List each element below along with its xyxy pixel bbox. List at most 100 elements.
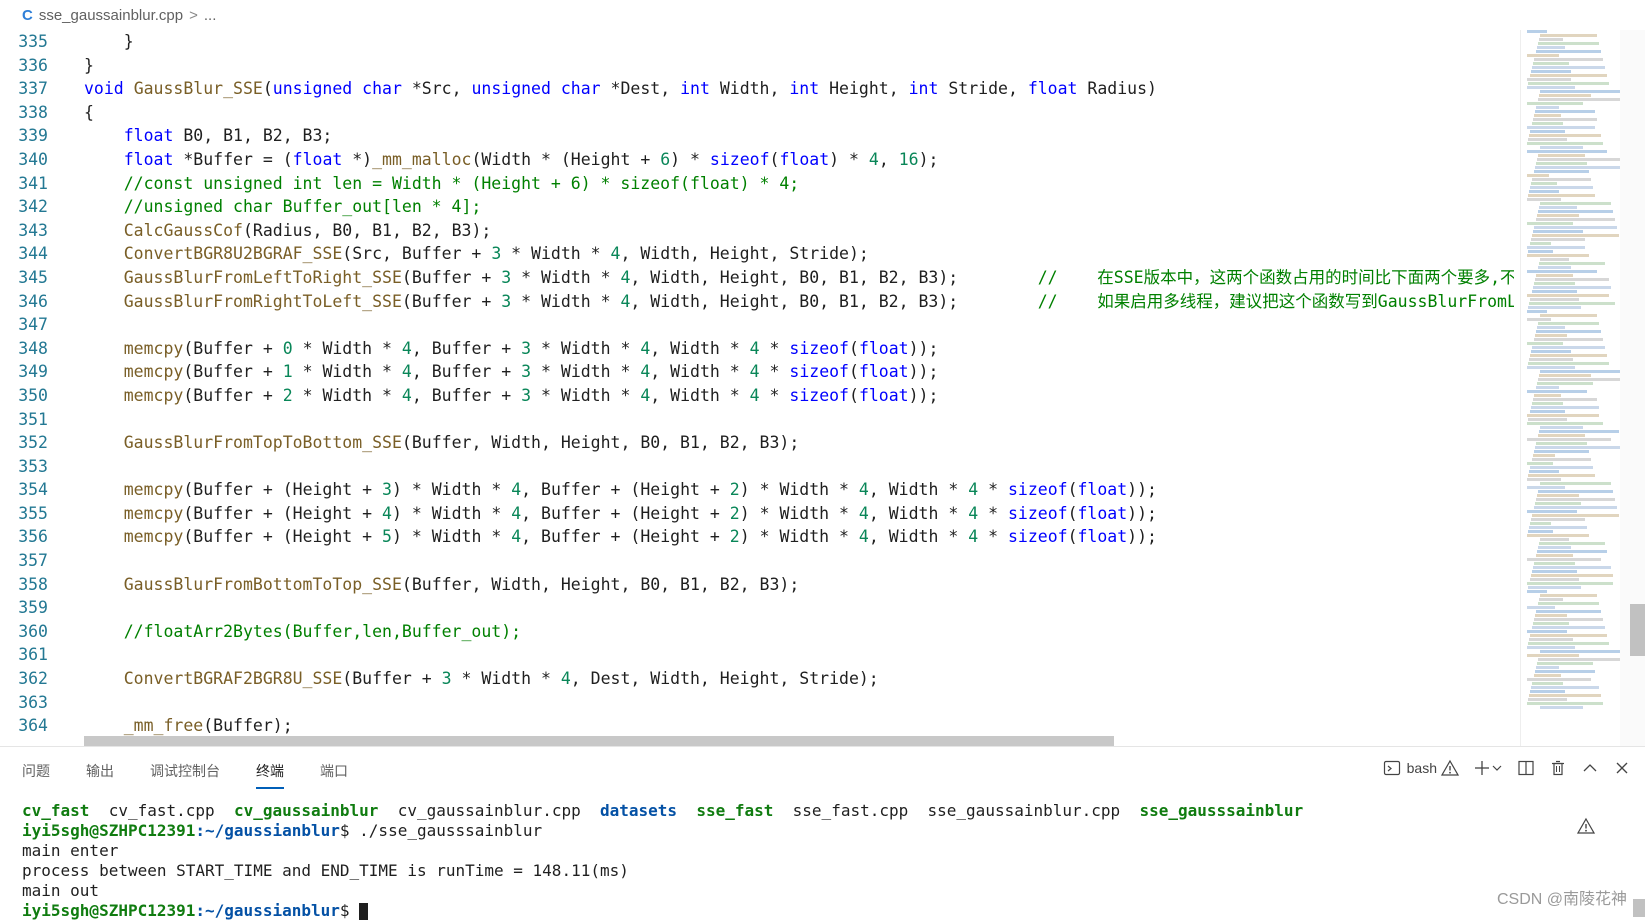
line-number: 345 [18,267,48,287]
code-line[interactable]: } [84,30,1514,54]
code-line[interactable] [84,408,1514,432]
prompt-symbol: $ [339,821,350,840]
panel-tab[interactable]: 终端 [256,761,284,789]
code-line[interactable]: //floatArr2Bytes(Buffer,len,Buffer_out); [84,620,1514,644]
terminal-output[interactable]: cv_fast cv_fast.cpp cv_gaussainblur cv_g… [22,801,1582,921]
panel-tab[interactable]: 问题 [22,761,50,789]
code-line[interactable]: memcpy(Buffer + (Height + 5) * Width * 4… [84,525,1514,549]
code-line[interactable]: ConvertBGR8U2BGRAF_SSE(Src, Buffer + 3 *… [84,242,1514,266]
code-token: GaussBlurFromBottomToTop_SSE [123,574,402,594]
split-terminal-button[interactable] [1517,759,1535,777]
code-token: )); [1127,503,1157,523]
code-token: unsigned char [272,79,402,99]
vertical-scrollbar-thumb[interactable] [1630,604,1645,656]
minimap-line [1534,114,1561,117]
minimap-line [1527,126,1595,129]
code-line[interactable]: ConvertBGRAF2BGR8U_SSE(Buffer + 3 * Widt… [84,667,1514,691]
code-token: } [84,32,134,51]
panel-tab[interactable]: 端口 [320,761,348,789]
code-area[interactable]: }} void GaussBlur_SSE(unsigned char *Src,… [84,30,1514,738]
code-token: )); [1127,527,1157,547]
code-line[interactable] [84,596,1514,620]
code-token: float [1027,79,1078,99]
terminal-selector[interactable]: bash [1383,759,1459,777]
code-token: float [858,362,909,382]
minimap-line [1534,450,1589,453]
code-line[interactable]: //unsigned char Buffer_out[len * 4]; [84,195,1514,219]
code-line[interactable]: GaussBlurFromBottomToTop_SSE(Buffer, Wid… [84,573,1514,597]
minimap-line [1532,514,1619,517]
minimap[interactable] [1520,30,1621,746]
panel-tab[interactable]: 输出 [86,761,114,789]
code-line[interactable]: //const unsigned int len = Width * (Heig… [84,172,1514,196]
code-token: 4 [858,480,869,500]
prompt-user: iyi5sgh@SZHPC12391 [22,901,196,920]
code-line[interactable] [84,455,1514,479]
line-number: 360 [18,621,48,641]
panel-tab[interactable]: 调试控制台 [150,761,220,789]
code-token: _mm_malloc [372,149,472,169]
ls-entry: cv_gaussainblur [233,801,379,820]
code-line[interactable]: } [84,54,1514,78]
code-line[interactable]: memcpy(Buffer + 2 * Width * 4, Buffer + … [84,384,1514,408]
code-line[interactable]: memcpy(Buffer + (Height + 4) * Width * 4… [84,502,1514,526]
line-number: 351 [18,409,48,429]
minimap-line [1534,506,1617,509]
code-token: 3 [501,267,512,287]
code-line[interactable]: memcpy(Buffer + (Height + 3) * Width * 4… [84,478,1514,502]
minimap-line [1538,378,1621,381]
code-token: , Width * [868,527,969,547]
code-line[interactable] [84,691,1514,715]
code-token: , Width * [868,503,969,523]
minimap-line [1528,138,1567,141]
minimap-line [1527,366,1575,369]
code-line[interactable]: { [84,101,1514,125]
code-line[interactable]: GaussBlurFromRightToLeft_SSE(Buffer + 3 … [84,290,1514,314]
kill-terminal-button[interactable] [1549,759,1567,777]
terminal-scrollbar[interactable] [1633,899,1645,917]
code-line[interactable]: CalcGaussCof(Radius, B0, B1, B2, B3); [84,219,1514,243]
code-line[interactable] [84,313,1514,337]
code-token: ( [849,385,859,405]
close-panel-button[interactable] [1613,759,1631,777]
code-line[interactable]: float B0, B1, B2, B3; [84,124,1514,148]
minimap-line [1534,618,1603,621]
line-number: 359 [18,598,48,618]
warning-icon[interactable] [1577,817,1595,835]
code-line[interactable]: memcpy(Buffer + 1 * Width * 4, Buffer + … [84,360,1514,384]
code-token: *Buffer = ( [173,149,293,169]
new-terminal-button[interactable] [1473,759,1503,777]
code-token: 2 [729,503,740,523]
minimap-line [1527,478,1561,481]
maximize-panel-button[interactable] [1581,759,1599,777]
code-line[interactable]: _mm_free(Buffer); [84,714,1514,738]
code-token: 4 [610,244,621,264]
code-line[interactable] [84,549,1514,573]
minimap-line [1527,422,1603,425]
code-editor[interactable]: 335 336 337 338 339 340 341 342 343 344 345 346 347 3… [0,30,1520,746]
minimap-line [1533,454,1555,457]
code-token: sizeof [789,362,849,382]
minimap-line [1527,630,1567,633]
code-line[interactable]: memcpy(Buffer + 0 * Width * 4, Buffer + … [84,337,1514,361]
code-line[interactable]: float *Buffer = (float *)_mm_malloc(Widt… [84,148,1514,172]
minimap-line [1540,202,1611,205]
code-line[interactable] [84,643,1514,667]
minimap-line [1530,466,1593,469]
code-token: _mm_free [123,716,204,736]
code-token: float [858,338,909,358]
minimap-line [1533,286,1611,289]
breadcrumb-file[interactable]: sse_gaussainblur.cpp [39,7,183,24]
terminal-icon [1383,760,1400,776]
minimap-line [1540,594,1597,597]
horizontal-scrollbar[interactable] [84,736,1114,746]
code-line[interactable]: GaussBlurFromTopToBottom_SSE(Buffer, Wid… [84,431,1514,455]
ls-entry: sse_gausssainblur [1139,801,1304,820]
code-line[interactable]: GaussBlurFromLeftToRight_SSE(Buffer + 3 … [84,266,1514,290]
code-token: unsigned char [471,79,601,99]
chevron-down-icon[interactable] [1491,762,1503,774]
code-line[interactable]: void GaussBlur_SSE(unsigned char *Src, u… [84,77,1514,101]
breadcrumb-more[interactable]: ... [204,7,217,24]
